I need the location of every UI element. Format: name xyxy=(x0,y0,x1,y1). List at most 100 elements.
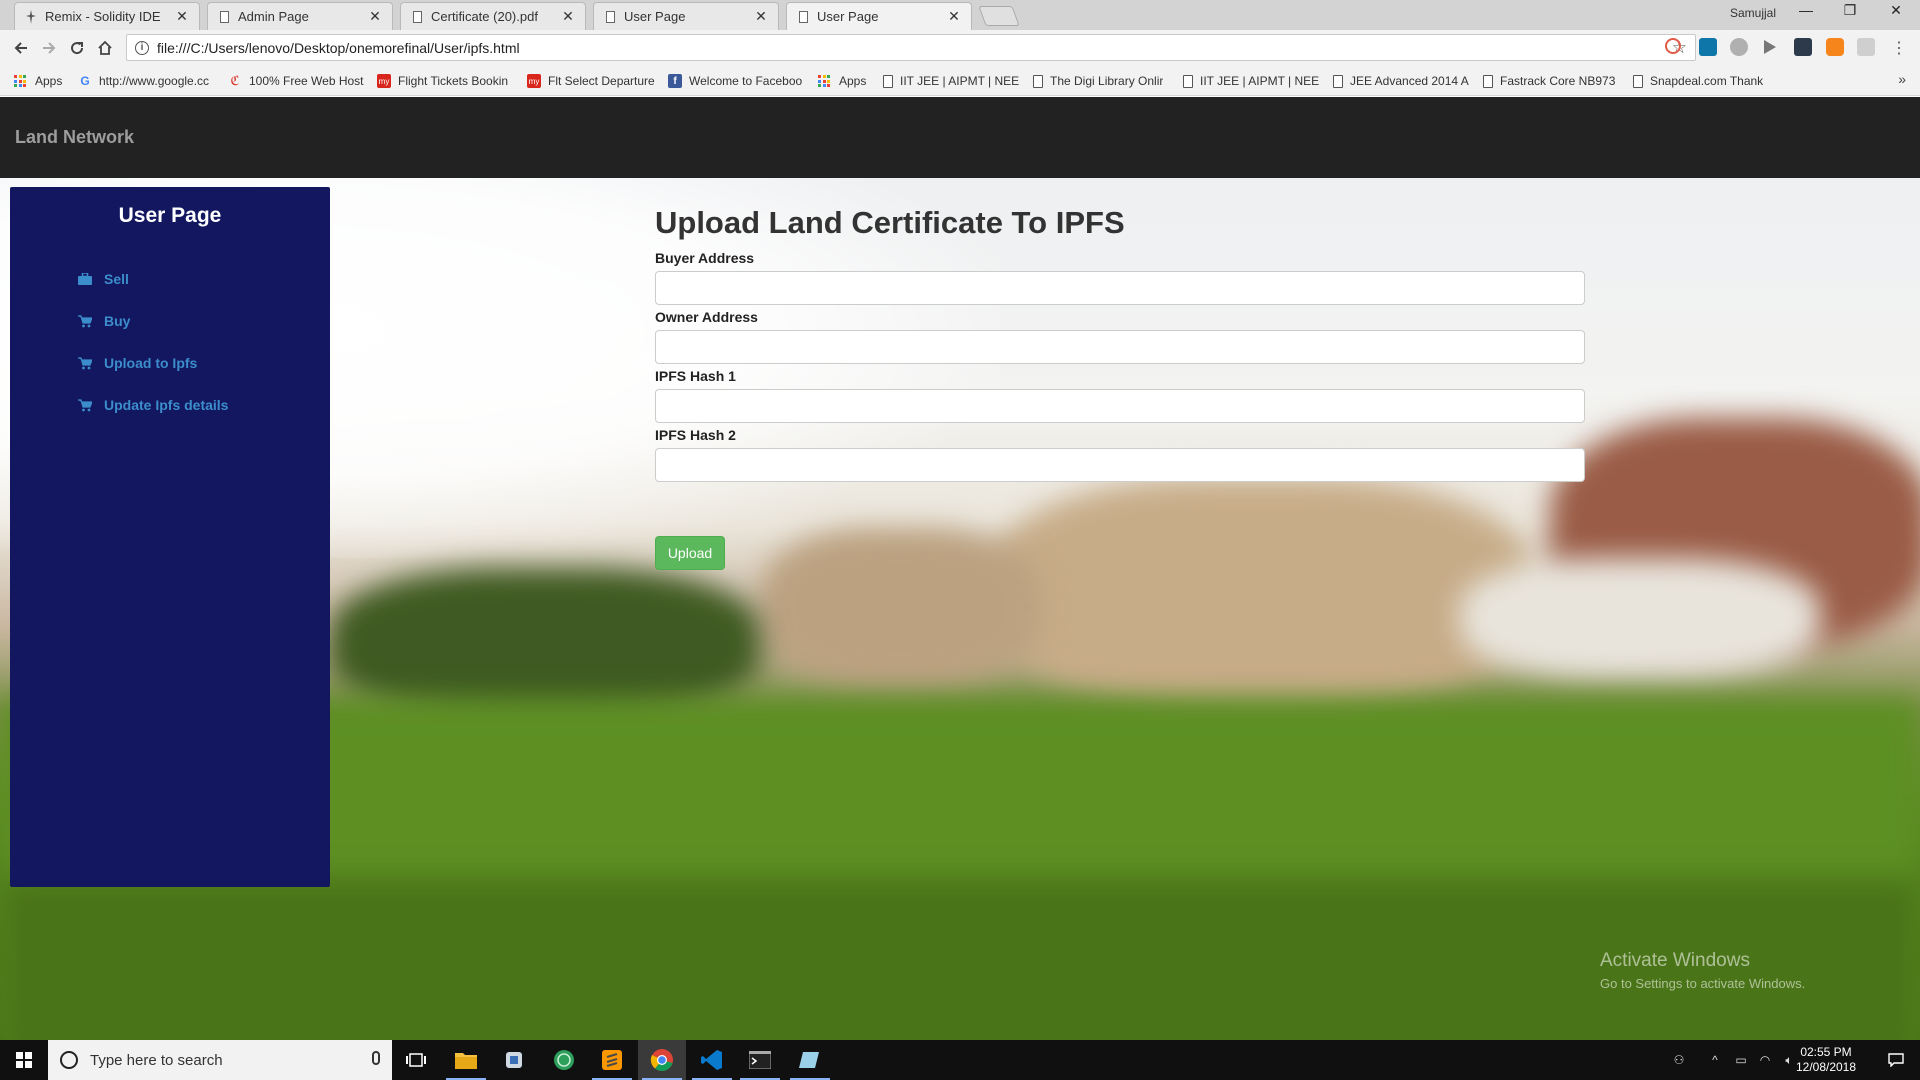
address-bar[interactable]: i file:///C:/Users/lenovo/Desktop/onemor… xyxy=(126,34,1696,61)
taskbar-clock[interactable]: 02:55 PM 12/08/2018 xyxy=(1790,1045,1862,1075)
ipfs-hash-2-input[interactable] xyxy=(655,448,1585,482)
tab-title: Admin Page xyxy=(238,9,309,24)
close-icon[interactable]: ✕ xyxy=(368,8,382,25)
tab-certificate-pdf[interactable]: Certificate (20).pdf ✕ xyxy=(400,2,586,30)
window-close-icon[interactable]: ✕ xyxy=(1876,2,1916,19)
page-icon xyxy=(604,10,616,24)
sidebar-item-label: Upload to Ipfs xyxy=(104,355,198,371)
windows-taskbar: Type here to search ⚇ ^ ▭ ◠ 🔈︎ 02:55 PM … xyxy=(0,1040,1920,1080)
forward-icon[interactable] xyxy=(37,36,61,60)
background-building xyxy=(760,528,1040,688)
menu-icon[interactable]: ⋮ xyxy=(1887,36,1911,60)
sidebar-title: User Page xyxy=(118,204,222,227)
minimize-icon[interactable]: — xyxy=(1786,2,1826,18)
sidebar-item-label: Buy xyxy=(104,313,131,329)
tab-user-page-active[interactable]: User Page ✕ xyxy=(786,2,972,30)
close-icon[interactable]: ✕ xyxy=(175,8,189,25)
adblock-extension-icon[interactable] xyxy=(1665,38,1681,54)
page-icon xyxy=(1183,74,1193,88)
buyer-address-input[interactable] xyxy=(655,271,1585,305)
tab-strip: Remix - Solidity IDE ✕ Admin Page ✕ Cert… xyxy=(0,0,1920,30)
extension-icon[interactable] xyxy=(1730,38,1748,56)
close-icon[interactable]: ✕ xyxy=(754,8,768,25)
watermark-title: Activate Windows xyxy=(1600,950,1750,971)
task-view-icon[interactable] xyxy=(392,1040,440,1080)
bookmark-flt-select[interactable]: my Flt Select Departure xyxy=(527,71,663,91)
microphone-icon[interactable] xyxy=(372,1051,380,1065)
screen-extension-icon[interactable] xyxy=(1794,38,1812,56)
sidebar-item-upload-to-ipfs[interactable]: Upload to Ipfs xyxy=(78,353,197,373)
browser-toolbar: i file:///C:/Users/lenovo/Desktop/onemor… xyxy=(0,30,1920,66)
bookmark-flight-tickets[interactable]: my Flight Tickets Bookin xyxy=(377,71,517,91)
bookmark-iit-jee-1[interactable]: IIT JEE | AIPMT | NEET xyxy=(883,71,1019,91)
page-icon xyxy=(411,10,423,24)
info-icon[interactable]: i xyxy=(135,40,149,55)
people-icon[interactable]: ⚇ xyxy=(1668,1053,1690,1067)
windows-start-icon[interactable] xyxy=(0,1040,48,1080)
cortana-icon xyxy=(60,1051,78,1069)
upload-form: Upload Land Certificate To IPFS Buyer Ad… xyxy=(655,203,1585,570)
app-icon[interactable] xyxy=(490,1040,538,1080)
metamask-extension-icon[interactable] xyxy=(1826,38,1844,56)
tab-remix[interactable]: Remix - Solidity IDE ✕ xyxy=(14,2,200,30)
cart-icon xyxy=(78,398,92,412)
page-viewport: Land Network User Page Sell Buy Upload t… xyxy=(0,97,1920,1040)
new-tab-button[interactable] xyxy=(978,6,1020,26)
clock-date: 12/08/2018 xyxy=(1795,1060,1857,1074)
sidebar-item-label: Update Ipfs details xyxy=(104,397,229,413)
activate-windows-watermark: Activate Windows Go to Settings to activ… xyxy=(1600,950,1805,991)
vscode-icon[interactable] xyxy=(688,1040,736,1080)
system-tray: ⚇ ^ ▭ ◠ 🔈︎ xyxy=(1668,1040,1800,1080)
sublime-text-icon[interactable] xyxy=(588,1040,636,1080)
restore-icon[interactable]: ❐ xyxy=(1830,2,1870,19)
bookmark-fastrack[interactable]: Fastrack Core NB973 xyxy=(1483,71,1619,91)
notifications-icon[interactable] xyxy=(1872,1040,1920,1080)
tab-title: Remix - Solidity IDE xyxy=(45,9,161,24)
background-building xyxy=(1460,558,1820,678)
close-icon[interactable]: ✕ xyxy=(561,8,575,25)
ipfs-hash-1-group: IPFS Hash 1 xyxy=(655,367,1585,423)
file-explorer-icon[interactable] xyxy=(442,1040,490,1080)
top-navbar: Land Network xyxy=(0,97,1920,178)
terminal-icon[interactable] xyxy=(736,1040,784,1080)
tab-admin-page[interactable]: Admin Page ✕ xyxy=(207,2,393,30)
profile-name[interactable]: Samujjal xyxy=(1730,6,1776,20)
cart-icon xyxy=(78,356,92,370)
bookmark-jee-advanced[interactable]: JEE Advanced 2014 A xyxy=(1333,71,1469,91)
sidebar-item-sell[interactable]: Sell xyxy=(78,269,129,289)
close-icon[interactable]: ✕ xyxy=(947,8,961,25)
ipfs-hash-1-input[interactable] xyxy=(655,389,1585,423)
reload-icon[interactable] xyxy=(65,36,89,60)
globe-app-icon[interactable] xyxy=(540,1040,588,1080)
bookmark-facebook[interactable]: f Welcome to Faceboo xyxy=(668,71,808,91)
notes-app-icon[interactable] xyxy=(786,1040,834,1080)
sidebar-item-buy[interactable]: Buy xyxy=(78,311,130,331)
linkedin-extension-icon[interactable] xyxy=(1699,38,1717,56)
back-icon[interactable] xyxy=(9,36,33,60)
watermark-subtitle: Go to Settings to activate Windows. xyxy=(1600,976,1806,991)
cast-extension-icon[interactable] xyxy=(1857,38,1875,56)
bookmark-apps-2[interactable]: Apps xyxy=(818,71,878,91)
chrome-icon[interactable] xyxy=(638,1040,686,1080)
tab-title: User Page xyxy=(817,9,879,24)
bookmark-iit-jee-2[interactable]: IIT JEE | AIPMT | NEET xyxy=(1183,71,1319,91)
sidebar-item-update-ipfs-details[interactable]: Update Ipfs details xyxy=(78,395,228,415)
bookmark-apps[interactable]: Apps xyxy=(14,71,74,91)
home-icon[interactable] xyxy=(93,36,117,60)
battery-icon[interactable]: ▭ xyxy=(1730,1053,1752,1067)
page-icon xyxy=(1033,74,1043,88)
owner-address-input[interactable] xyxy=(655,330,1585,364)
brand-link[interactable]: Land Network xyxy=(15,127,134,148)
play-extension-icon[interactable] xyxy=(1762,38,1780,56)
bookmark-snapdeal[interactable]: Snapdeal.com Thank xyxy=(1633,71,1769,91)
upload-button[interactable]: Upload xyxy=(655,536,725,570)
bookmark-digi-library[interactable]: The Digi Library Onlir xyxy=(1033,71,1169,91)
show-hidden-icons-icon[interactable]: ^ xyxy=(1704,1053,1726,1067)
bookmark-free-web-host[interactable]: ℭ 100% Free Web Host xyxy=(228,71,364,91)
wifi-icon[interactable]: ◠ xyxy=(1754,1053,1776,1067)
page-icon xyxy=(1333,74,1343,88)
more-bookmarks-icon[interactable]: » xyxy=(1898,71,1906,87)
tab-user-page[interactable]: User Page ✕ xyxy=(593,2,779,30)
bookmark-google[interactable]: G http://www.google.cc xyxy=(78,71,214,91)
taskbar-search-box[interactable]: Type here to search xyxy=(48,1040,392,1080)
